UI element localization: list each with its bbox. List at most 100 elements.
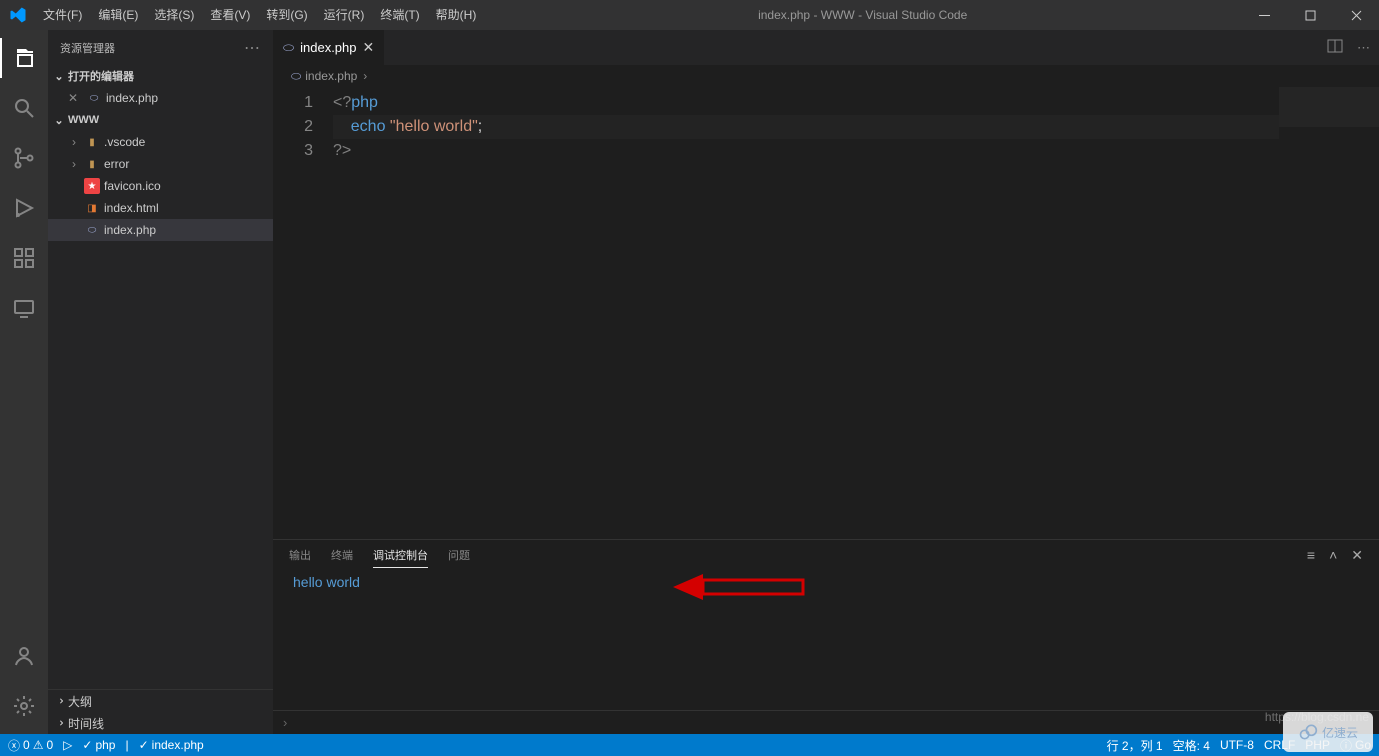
chevron-right-icon: › [68, 157, 80, 171]
window-minimize-button[interactable] [1241, 0, 1287, 30]
status-lncol[interactable]: 行 2，列 1 [1107, 737, 1163, 754]
sidebar-explorer: 资源管理器 ⋯ ⌄ 打开的编辑器 ✕ ⬭ index.php ⌄ WWW › ▮… [48, 30, 273, 734]
php-file-icon: ⬭ [283, 40, 294, 56]
editor-more-icon[interactable]: ⋯ [1357, 40, 1371, 56]
menu-run[interactable]: 运行(R) [316, 0, 373, 30]
editor-tab-indexphp[interactable]: ⬭ index.php ✕ [273, 30, 385, 65]
debug-console-input[interactable]: › [273, 710, 1379, 734]
chevron-right-icon: › [68, 135, 80, 149]
sidebar-title: 资源管理器 [60, 40, 115, 56]
panel-tab-debugconsole[interactable]: 调试控制台 [373, 543, 428, 568]
status-file-check[interactable]: ✓ index.php [139, 738, 204, 752]
source-control-icon[interactable] [0, 138, 48, 178]
window-close-button[interactable] [1333, 0, 1379, 30]
code-token: echo [351, 118, 390, 135]
outline-header[interactable]: ⌄ 大纲 [48, 690, 273, 712]
tree-item-label: index.php [104, 223, 156, 237]
code-token: <? [333, 94, 351, 111]
code-token [333, 118, 351, 135]
code-token: ?> [333, 142, 351, 159]
editor-tabs: ⬭ index.php ✕ ⋯ [273, 30, 1379, 65]
tree-file-indexphp[interactable]: ⬭ index.php [48, 219, 273, 241]
menu-go[interactable]: 转到(G) [258, 0, 315, 30]
debug-console-body[interactable]: hello world [273, 570, 1379, 710]
breadcrumb-item: index.php [305, 69, 357, 83]
account-icon[interactable] [0, 636, 48, 676]
menu-view[interactable]: 查看(V) [202, 0, 258, 30]
window-title: index.php - WWW - Visual Studio Code [484, 8, 1241, 22]
status-encoding[interactable]: UTF-8 [1220, 738, 1254, 752]
tree-file-favicon[interactable]: ★ favicon.ico [48, 175, 273, 197]
run-debug-icon[interactable] [0, 188, 48, 228]
folder-icon: ▮ [84, 134, 100, 150]
tree-item-label: error [104, 157, 129, 171]
php-file-icon: ⬭ [86, 90, 102, 106]
menu-help[interactable]: 帮助(H) [428, 0, 485, 30]
menu-terminal[interactable]: 终端(T) [372, 0, 427, 30]
close-icon[interactable]: ✕ [68, 91, 82, 105]
tree-folder-error[interactable]: › ▮ error [48, 153, 273, 175]
menu-edit[interactable]: 编辑(E) [90, 0, 146, 30]
panel-maximize-icon[interactable]: ˄ [1329, 543, 1337, 567]
php-file-icon: ⬭ [84, 222, 100, 238]
tab-label: index.php [300, 40, 356, 55]
panel-filter-icon[interactable]: ≡ [1307, 543, 1315, 567]
yisu-badge: 亿速云 [1283, 712, 1373, 752]
code-token: ; [478, 118, 482, 135]
chevron-right-icon: ⌄ [52, 694, 66, 708]
timeline-header[interactable]: ⌄ 时间线 [48, 712, 273, 734]
open-editor-item[interactable]: ✕ ⬭ index.php [48, 87, 273, 109]
open-editors-header[interactable]: ⌄ 打开的编辑器 [48, 65, 273, 87]
code-token: "hello world" [390, 118, 478, 135]
panel-close-icon[interactable]: ✕ [1351, 543, 1363, 568]
search-icon[interactable] [0, 88, 48, 128]
menu-bar: 文件(F) 编辑(E) 选择(S) 查看(V) 转到(G) 运行(R) 终端(T… [35, 0, 484, 30]
outline-label: 大纲 [68, 693, 92, 710]
vscode-logo-icon [0, 6, 35, 24]
remote-icon[interactable] [0, 288, 48, 328]
tree-item-label: favicon.ico [104, 179, 161, 193]
php-file-icon: ⬭ [291, 69, 301, 84]
tab-close-icon[interactable]: ✕ [363, 39, 375, 56]
open-editor-name: index.php [106, 91, 158, 105]
settings-gear-icon[interactable] [0, 686, 48, 726]
tree-item-label: .vscode [104, 135, 145, 149]
extensions-icon[interactable] [0, 238, 48, 278]
status-errors[interactable]: ⓧ 0 ⚠ 0 [8, 737, 53, 754]
code-editor[interactable]: 123 <?php echo "hello world"; ?> [273, 87, 1379, 539]
chevron-down-icon: ⌄ [52, 70, 66, 83]
bottom-panel: 输出 终端 调试控制台 问题 ≡ ˄ ✕ hello world › [273, 539, 1379, 734]
timeline-label: 时间线 [68, 715, 104, 732]
menu-file[interactable]: 文件(F) [35, 0, 90, 30]
panel-tab-terminal[interactable]: 终端 [331, 543, 353, 567]
status-debug-play-icon[interactable]: ▷ [63, 738, 72, 752]
titlebar: 文件(F) 编辑(E) 选择(S) 查看(V) 转到(G) 运行(R) 终端(T… [0, 0, 1379, 30]
tree-file-indexhtml[interactable]: ◨ index.html [48, 197, 273, 219]
activity-bar [0, 30, 48, 734]
status-bar: ⓧ 0 ⚠ 0 ▷ ✓ php | ✓ index.php 行 2，列 1 空格… [0, 734, 1379, 756]
line-gutter: 123 [273, 87, 333, 539]
console-output: hello world [293, 574, 360, 590]
breadcrumb[interactable]: ⬭ index.php › [273, 65, 1379, 87]
folder-icon: ▮ [84, 156, 100, 172]
chevron-right-icon: › [361, 65, 369, 87]
annotation-arrow-icon [673, 572, 813, 604]
panel-tab-output[interactable]: 输出 [289, 543, 311, 567]
window-maximize-button[interactable] [1287, 0, 1333, 30]
favicon-icon: ★ [84, 178, 100, 194]
html-file-icon: ◨ [84, 200, 100, 216]
panel-tab-problems[interactable]: 问题 [448, 543, 470, 567]
split-editor-icon[interactable] [1327, 38, 1343, 57]
project-name: WWW [68, 114, 99, 126]
project-header[interactable]: ⌄ WWW [48, 109, 273, 131]
open-editors-label: 打开的编辑器 [68, 68, 134, 84]
tree-folder-vscode[interactable]: › ▮ .vscode [48, 131, 273, 153]
sidebar-more-icon[interactable]: ⋯ [244, 38, 261, 58]
minimap[interactable] [1279, 87, 1379, 539]
code-token: php [351, 94, 378, 111]
status-php-check[interactable]: ✓ php [82, 738, 115, 752]
tree-item-label: index.html [104, 201, 159, 215]
menu-selection[interactable]: 选择(S) [146, 0, 202, 30]
explorer-icon[interactable] [0, 38, 48, 78]
status-spaces[interactable]: 空格: 4 [1173, 737, 1210, 754]
